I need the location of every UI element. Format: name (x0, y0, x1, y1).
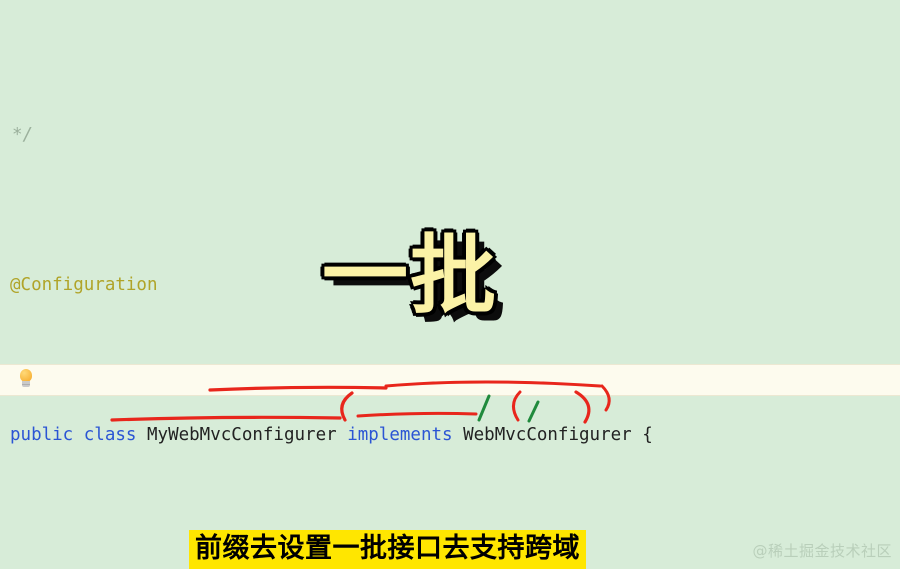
overlay-big-text: 一批 (322, 226, 498, 326)
keyword-public: public (10, 425, 74, 445)
keyword-implements: implements (347, 425, 453, 445)
watermark: @稀土掘金技术社区 (752, 542, 892, 560)
annotation-configuration: @Configuration (10, 275, 158, 295)
class-name: MyWebMvcConfigurer (147, 425, 337, 445)
keyword-class: class (83, 425, 137, 445)
code-line-3: public class MyWebMvcConfigurer implemen… (0, 420, 900, 450)
video-frame: */ @Configuration public class MyWebMvcC… (0, 0, 900, 569)
code-line-1: */ (0, 120, 900, 150)
interface-name: WebMvcConfigurer (463, 425, 632, 445)
open-brace: { (642, 425, 653, 445)
subtitle-bar: 前缀去设置一批接口去支持跨域 (189, 530, 586, 569)
comment-close-token: */ (12, 125, 34, 145)
